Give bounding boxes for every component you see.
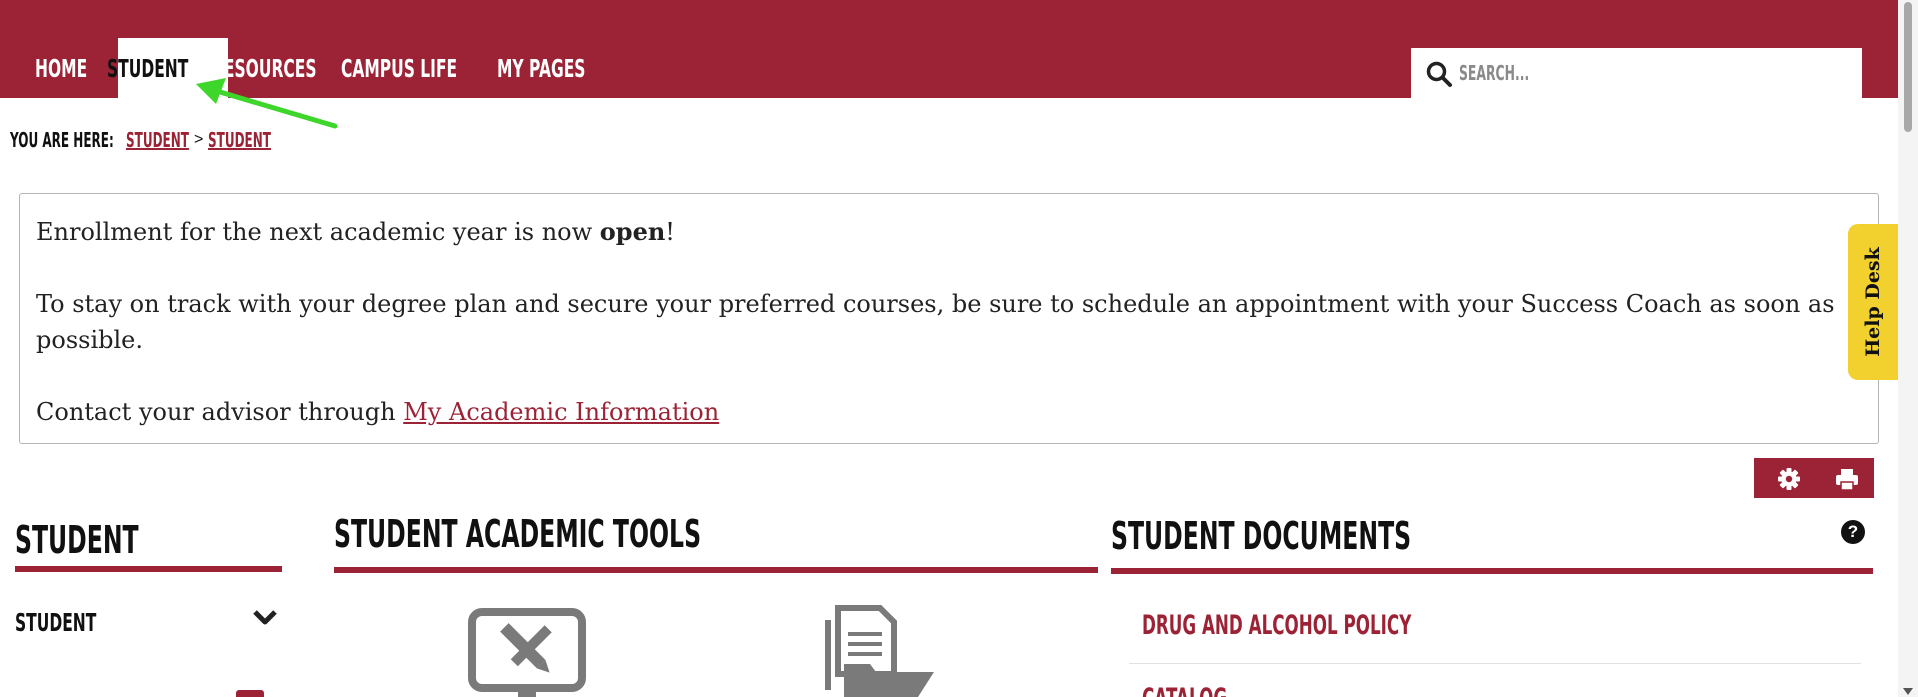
notice-line-contact: Contact your advisor through My Academic… bbox=[36, 398, 720, 426]
nav-my-pages[interactable]: MY PAGES bbox=[497, 38, 614, 98]
breadcrumb-separator: > bbox=[194, 131, 204, 148]
notice-line-schedule: To stay on track with your degree plan a… bbox=[36, 290, 1835, 354]
my-academic-information-link[interactable]: My Academic Information bbox=[403, 398, 719, 426]
breadcrumb-label: YOU ARE HERE: bbox=[10, 128, 114, 152]
documents-folder-icon[interactable] bbox=[820, 604, 938, 697]
nav-resources[interactable]: RESOURCES bbox=[212, 38, 354, 98]
breadcrumb: YOU ARE HERE: STUDENT > STUDENT bbox=[10, 126, 278, 154]
nav-home[interactable]: HOME bbox=[35, 38, 114, 98]
enrollment-notice: Enrollment for the next academic year is… bbox=[19, 193, 1879, 444]
top-nav-bar: HOME STUDENT RESOURCES CAMPUS LIFE MY PA… bbox=[0, 0, 1898, 98]
help-desk-tab[interactable]: Help Desk bbox=[1848, 224, 1898, 380]
search-input[interactable] bbox=[1459, 56, 1831, 90]
computer-pencil-icon[interactable] bbox=[468, 608, 586, 697]
folder-icon bbox=[236, 690, 264, 697]
left-column-rule bbox=[15, 566, 282, 572]
breadcrumb-link-student-current[interactable]: STUDENT bbox=[208, 128, 271, 152]
page-scrollbar[interactable] bbox=[1898, 0, 1918, 697]
notice-line-enrollment: Enrollment for the next academic year is… bbox=[36, 217, 675, 246]
right-column-rule bbox=[1111, 568, 1873, 574]
nav-campus-life[interactable]: CAMPUS LIFE bbox=[341, 38, 498, 98]
left-column-title: STUDENT bbox=[15, 518, 139, 562]
help-desk-label: Help Desk bbox=[1862, 247, 1884, 357]
breadcrumb-link-student[interactable]: STUDENT bbox=[126, 128, 189, 152]
doc-link-catalog[interactable]: CATALOG bbox=[1142, 680, 1279, 697]
print-icon[interactable] bbox=[1834, 466, 1860, 492]
scrollbar-thumb[interactable] bbox=[1904, 2, 1912, 132]
doc-link-drug-alcohol-policy[interactable]: DRUG AND ALCOHOL POLICY bbox=[1142, 607, 1576, 643]
doc-list-divider bbox=[1129, 663, 1861, 664]
middle-column-title: STUDENT ACADEMIC TOOLS bbox=[334, 512, 702, 556]
chevron-down-icon[interactable] bbox=[252, 608, 278, 628]
page-tools-bar bbox=[1754, 458, 1874, 498]
search-box[interactable] bbox=[1411, 48, 1862, 98]
question-icon[interactable]: ? bbox=[1841, 520, 1865, 544]
sidebar-item-student[interactable]: STUDENT bbox=[15, 606, 146, 638]
right-column-title: STUDENT DOCUMENTS bbox=[1111, 514, 1412, 558]
middle-column-rule bbox=[334, 567, 1098, 573]
scroll-down-arrow-icon[interactable] bbox=[1903, 688, 1913, 695]
search-icon bbox=[1426, 61, 1452, 87]
gear-icon[interactable] bbox=[1776, 466, 1802, 492]
